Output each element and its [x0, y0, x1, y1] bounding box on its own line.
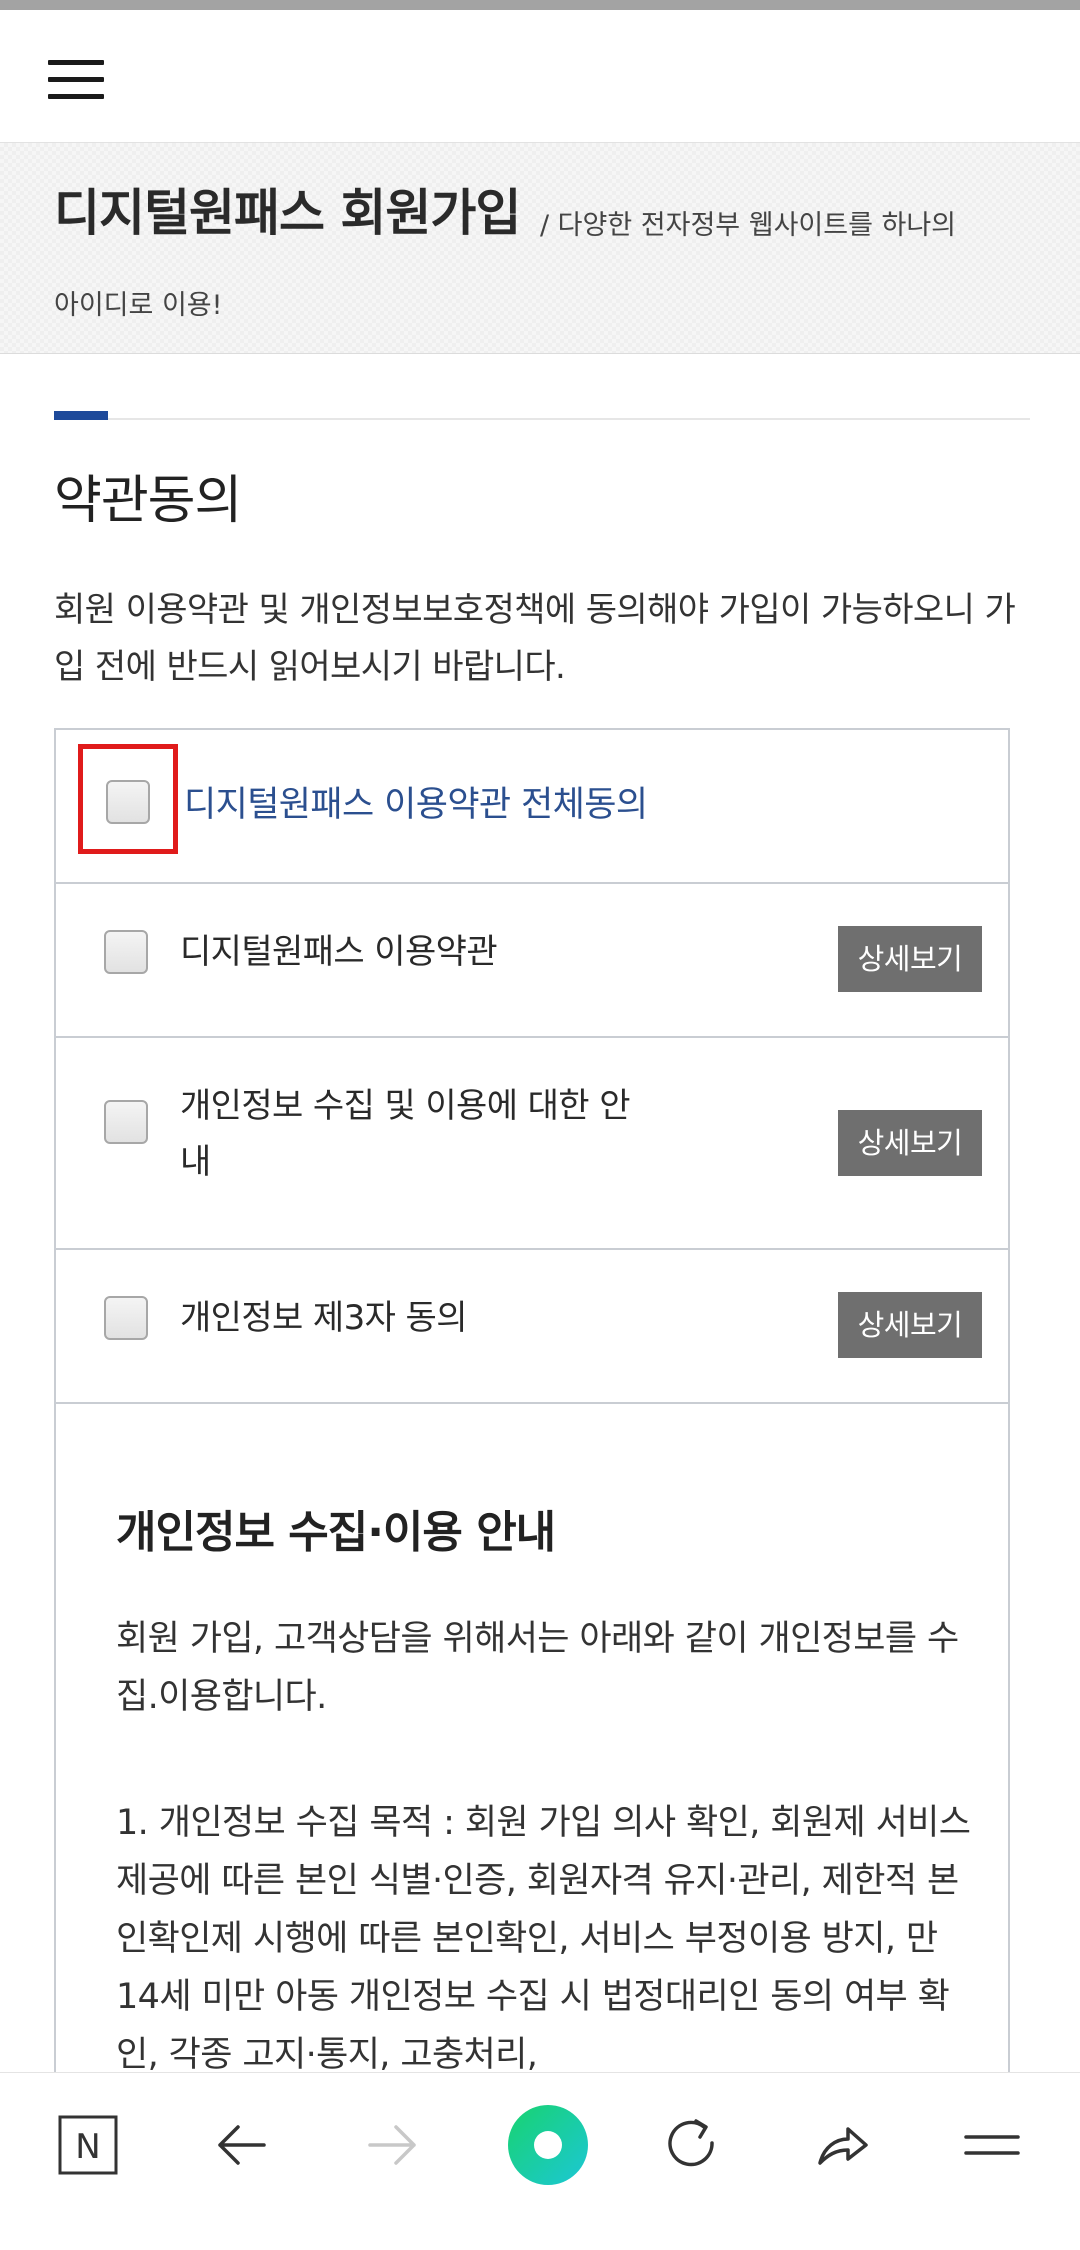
- privacy-notice-title: 개인정보 수집·이용 안내: [116, 1507, 556, 1558]
- term-privacy-collection-detail-button[interactable]: 상세보기: [838, 1110, 982, 1176]
- section-divider: [54, 418, 1030, 420]
- term-third-party-detail-button[interactable]: 상세보기: [838, 1292, 982, 1358]
- agree-all-checkbox[interactable]: [106, 780, 150, 824]
- page-title: 디지털원패스 회원가입: [54, 184, 521, 242]
- hamburger-menu-icon[interactable]: [48, 60, 104, 104]
- privacy-notice-intro: 회원 가입, 고객상담을 위해서는 아래와 같이 개인정보를 수집.이용합니다.: [116, 1619, 959, 1717]
- page-title-band: 디지털원패스 회원가입 / 다양한 전자정부 웹사이트를 하나의 아이디로 이용…: [0, 142, 1080, 354]
- section-description: 회원 이용약관 및 개인정보보호정책에 동의해야 가입이 가능하오니 가입 전에…: [54, 590, 1016, 687]
- section-title: 약관동의: [54, 471, 242, 531]
- term-row-privacy-collection: 개인정보 수집 및 이용에 대한 안내 상세보기: [56, 1038, 1008, 1250]
- term-third-party-label: 개인정보 제3자 동의: [180, 1298, 467, 1338]
- page-subtitle-continued: 아이디로 이용!: [54, 290, 223, 321]
- term-service-detail-button[interactable]: 상세보기: [838, 926, 982, 992]
- term-service-checkbox[interactable]: [104, 930, 148, 974]
- term-row-service: 디지털원패스 이용약관 상세보기: [56, 884, 1008, 1038]
- section-divider-accent: [54, 411, 108, 420]
- terms-agreement-box: 디지털원패스 이용약관 전체동의 디지털원패스 이용약관 상세보기 개인정보 수…: [54, 728, 1010, 2088]
- agree-all-label[interactable]: 디지털원패스 이용약관 전체동의: [184, 776, 648, 827]
- term-privacy-collection-checkbox[interactable]: [104, 1100, 148, 1144]
- refresh-icon[interactable]: [644, 2097, 740, 2193]
- green-circle-home-icon[interactable]: [494, 2091, 602, 2199]
- system-nav-strip: [0, 2228, 1080, 2250]
- agree-all-row[interactable]: 디지털원패스 이용약관 전체동의: [56, 730, 1008, 884]
- naver-n-icon[interactable]: N: [40, 2097, 136, 2193]
- term-third-party-checkbox[interactable]: [104, 1296, 148, 1340]
- header-bar: [0, 10, 1080, 142]
- term-privacy-collection-label: 개인정보 수집 및 이용에 대한 안내: [180, 1086, 630, 1182]
- forward-arrow-icon[interactable]: [344, 2097, 440, 2193]
- term-row-third-party: 개인정보 제3자 동의 상세보기: [56, 1250, 1008, 1404]
- naver-n-label: N: [75, 2127, 100, 2167]
- privacy-notice-panel: 개인정보 수집·이용 안내 회원 가입, 고객상담을 위해서는 아래와 같이 개…: [56, 1404, 1008, 2084]
- browser-bottom-nav: N: [0, 2072, 1080, 2250]
- privacy-notice-purpose: 1. 개인정보 수집 목적 : 회원 가입 의사 확인, 회원제 서비스 제공에…: [116, 1803, 971, 2075]
- term-service-label: 디지털원패스 이용약관: [180, 932, 498, 972]
- share-icon[interactable]: [794, 2097, 890, 2193]
- back-arrow-icon[interactable]: [194, 2097, 290, 2193]
- page-subtitle: / 다양한 전자정부 웹사이트를 하나의: [540, 210, 957, 241]
- status-strip: [0, 0, 1080, 10]
- menu-lines-icon[interactable]: [944, 2097, 1040, 2193]
